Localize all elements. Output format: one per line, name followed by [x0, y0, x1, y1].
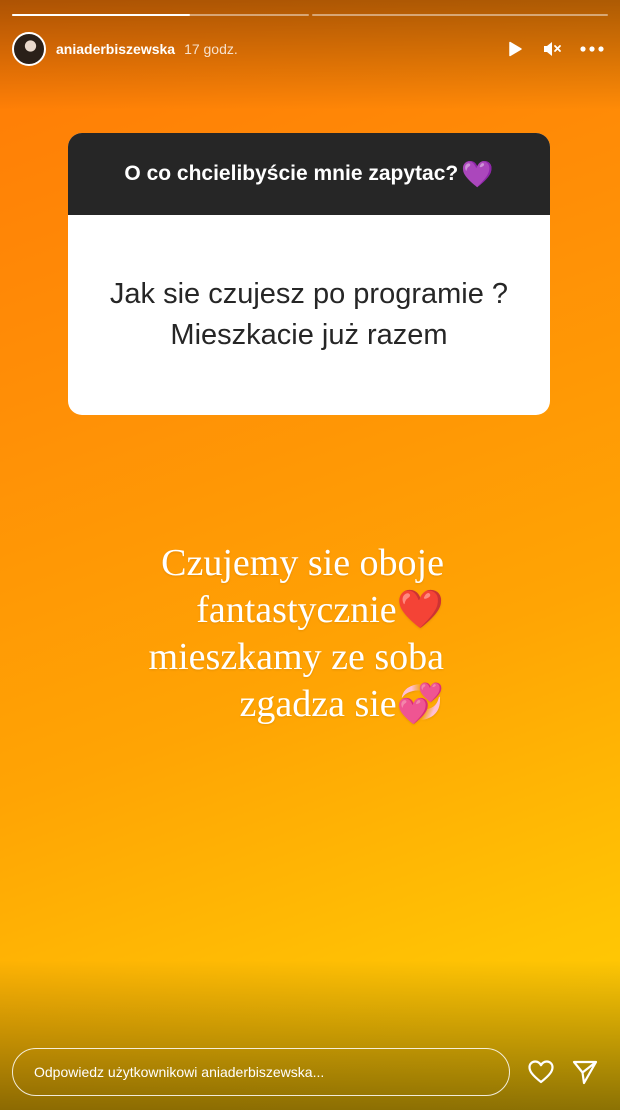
question-text: Jak sie czujesz po programie ? Mieszkaci…	[109, 278, 509, 351]
answer-line-2: fantastycznie❤️	[100, 587, 444, 634]
answer-line-4-text: zgadza sie	[239, 683, 397, 725]
heart-icon[interactable]	[527, 1058, 555, 1086]
story-header: aniaderbiszewska 17 godz.	[12, 31, 608, 67]
play-icon[interactable]	[506, 40, 524, 58]
avatar[interactable]	[12, 32, 46, 66]
post-time: 17 godz.	[184, 41, 238, 57]
answer-line-4: zgadza sie💞	[100, 681, 444, 728]
progress-segment-fill	[12, 14, 190, 16]
question-sticker: O co chcielibyście mnie zapytac? 💜 Jak s…	[68, 133, 550, 415]
answer-line-3: mieszkamy ze soba	[148, 636, 444, 678]
purple-heart-icon: 💜	[461, 158, 494, 189]
answer-text: Czujemy sie oboje fantastycznie❤️ mieszk…	[100, 540, 444, 728]
answer-line-1: Czujemy sie oboje	[161, 542, 444, 584]
reply-input[interactable]: Odpowiedz użytkownikowi aniaderbiszewska…	[12, 1048, 510, 1096]
question-prompt: O co chcielibyście mnie zapytac? 💜	[68, 133, 550, 215]
username[interactable]: aniaderbiszewska	[56, 41, 175, 57]
red-heart-icon: ❤️	[396, 589, 444, 631]
two-hearts-icon: 💞	[396, 683, 444, 725]
progress-segment-1	[12, 14, 309, 16]
progress-segment-2	[311, 14, 608, 16]
reply-placeholder: Odpowiedz użytkownikowi aniaderbiszewska…	[34, 1064, 325, 1080]
question-prompt-text: O co chcielibyście mnie zapytac?	[124, 162, 459, 185]
story-progress-bar	[12, 14, 608, 17]
send-icon[interactable]	[571, 1058, 599, 1086]
story-controls	[506, 40, 604, 58]
answer-line-2-text: fantastycznie	[196, 589, 397, 631]
mute-icon[interactable]	[542, 40, 562, 58]
more-icon[interactable]	[580, 46, 604, 52]
